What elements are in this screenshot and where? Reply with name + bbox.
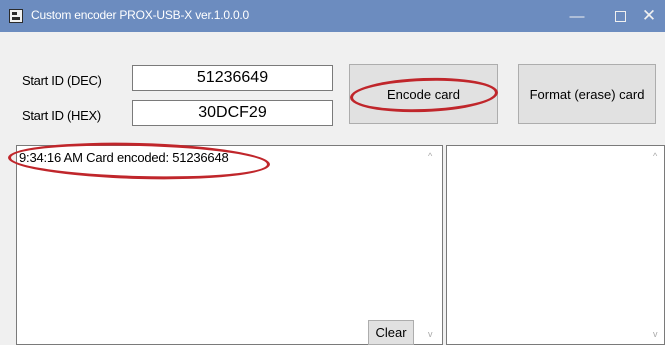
clear-label: Clear (375, 325, 407, 340)
scroll-down-icon[interactable]: v (428, 329, 433, 339)
format-card-button[interactable]: Format (erase) card (518, 64, 656, 124)
close-icon: ✕ (641, 6, 657, 25)
scroll-up-icon[interactable]: ^ (428, 151, 432, 161)
close-button[interactable]: ✕ (627, 0, 665, 32)
minimize-icon: — (569, 7, 585, 25)
app-icon (9, 9, 23, 23)
format-card-label: Format (erase) card (529, 86, 645, 102)
scroll-up-icon[interactable]: ^ (653, 151, 657, 161)
secondary-panel[interactable]: ^ v (446, 145, 665, 345)
scroll-down-icon[interactable]: v (653, 329, 658, 339)
minimize-button[interactable]: — (555, 0, 599, 32)
clear-button[interactable]: Clear (368, 320, 414, 345)
start-id-hex-label: Start ID (HEX) (22, 108, 101, 123)
start-id-hex-input[interactable]: 30DCF29 (132, 100, 333, 126)
start-id-dec-label: Start ID (DEC) (22, 73, 102, 88)
title-bar: Custom encoder PROX-USB-X ver.1.0.0.0 — … (0, 0, 665, 32)
window-title: Custom encoder PROX-USB-X ver.1.0.0.0 (31, 8, 250, 22)
start-id-dec-input[interactable]: 51236649 (132, 65, 333, 91)
maximize-icon (614, 10, 626, 22)
